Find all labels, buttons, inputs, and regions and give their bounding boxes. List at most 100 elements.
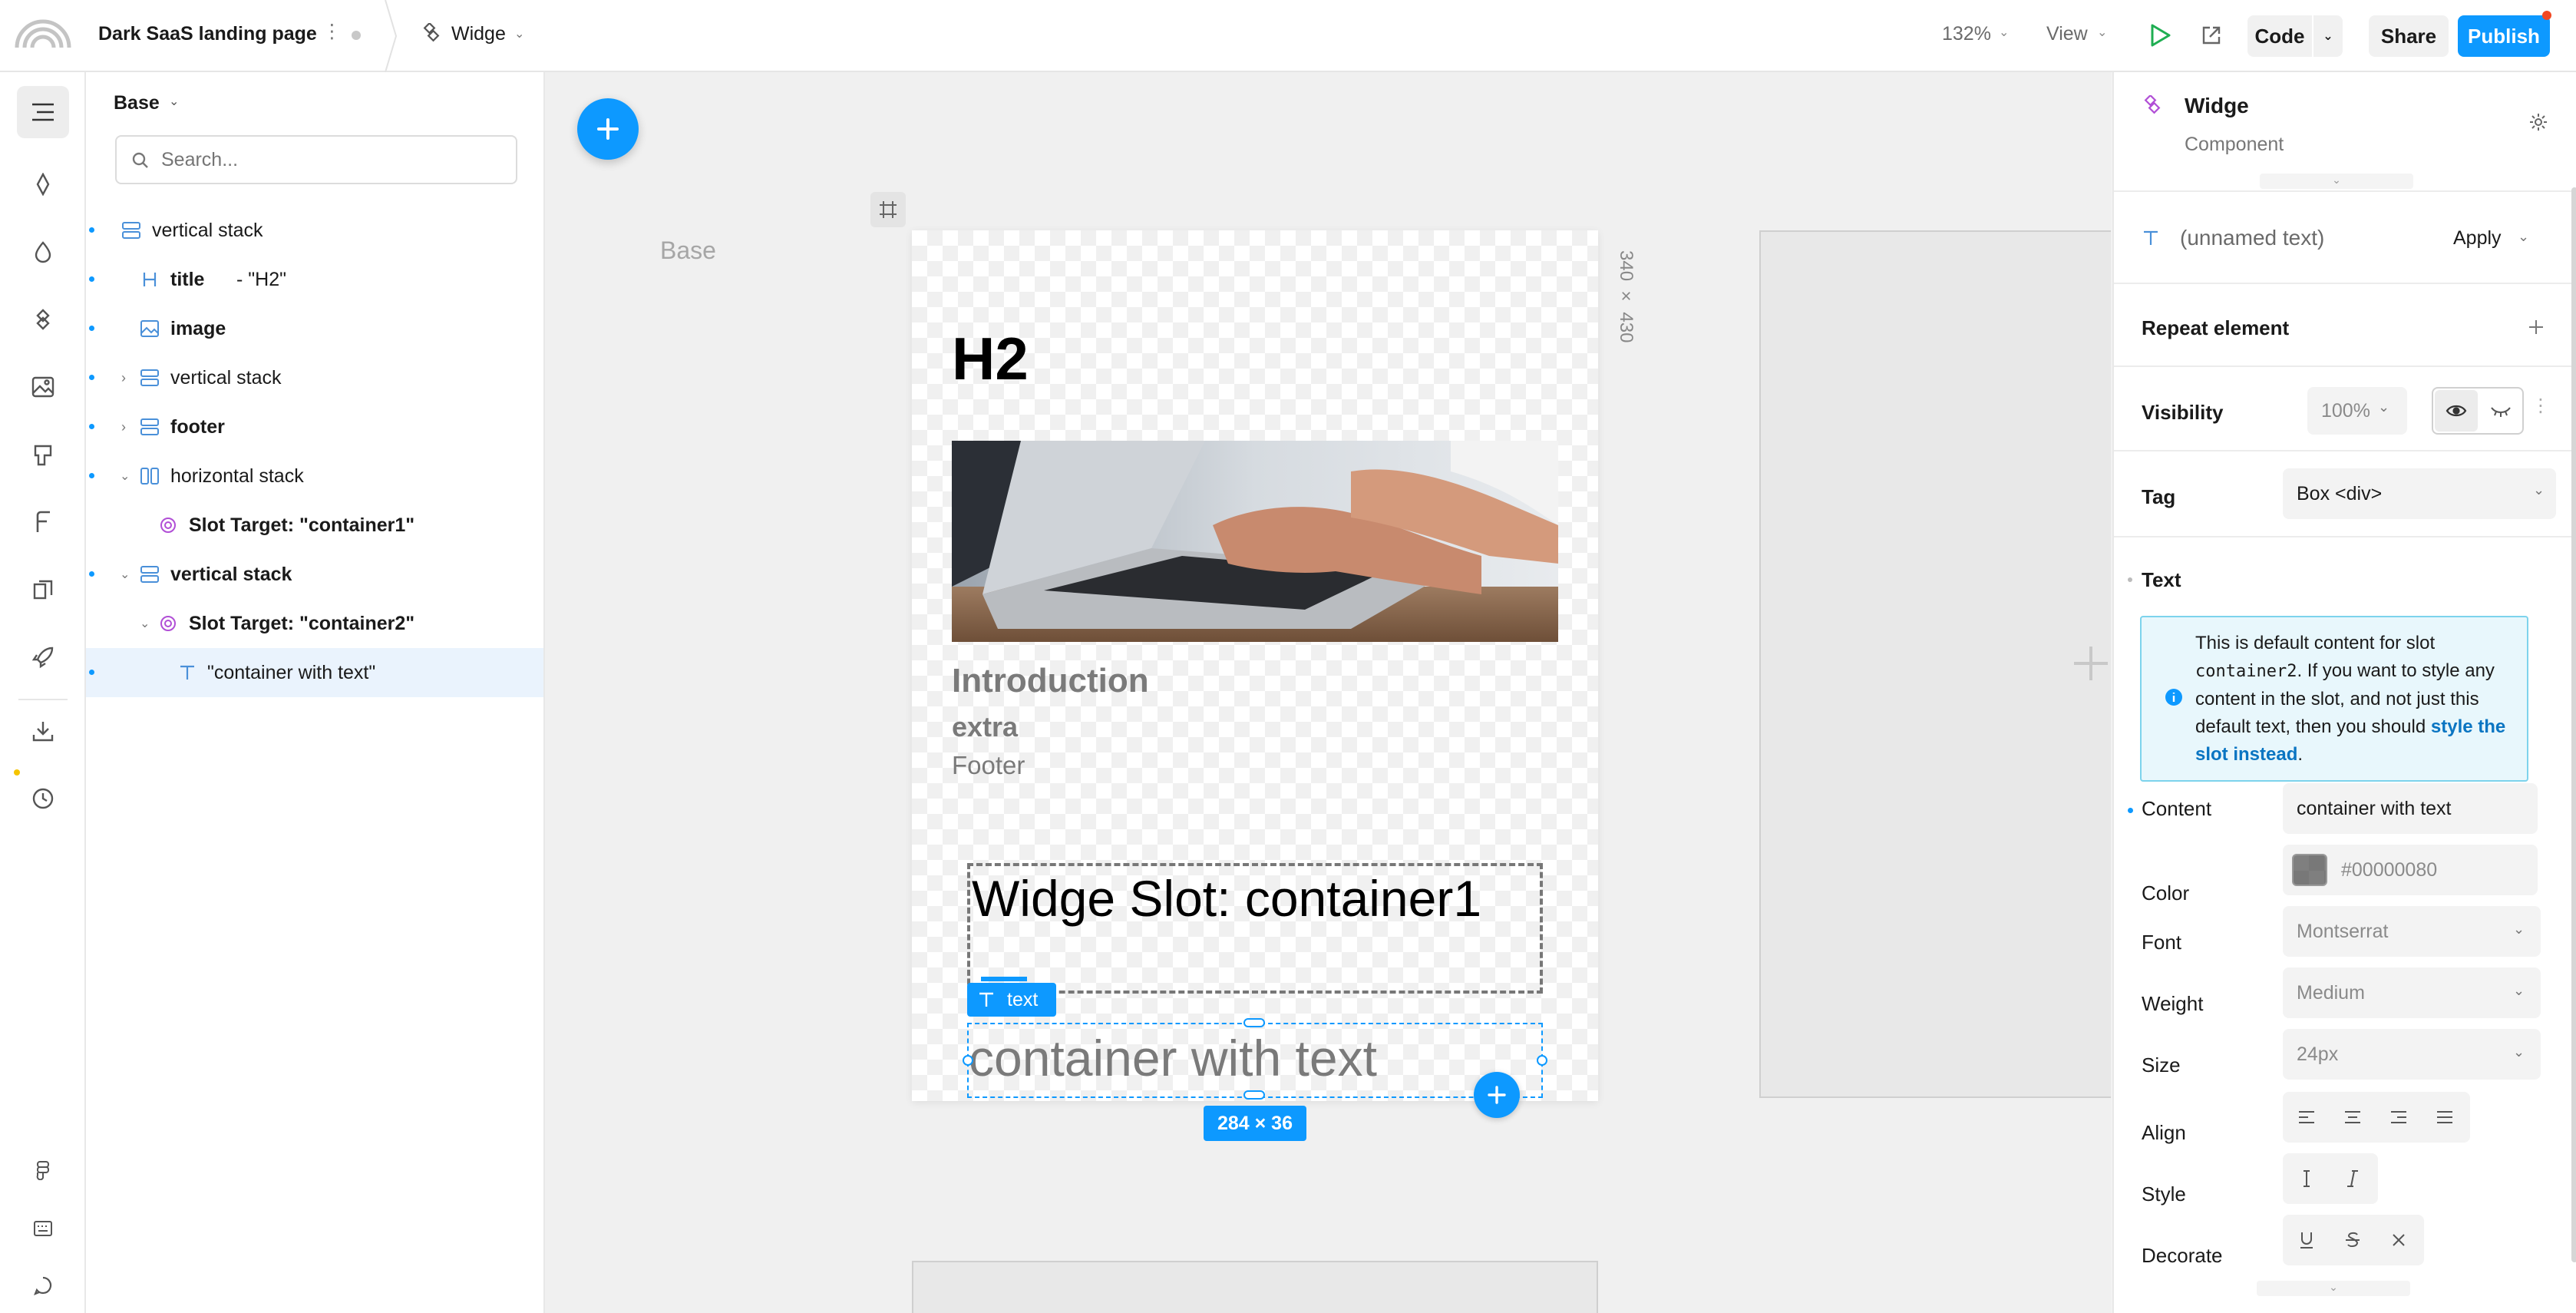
components-icon[interactable]: [17, 293, 69, 346]
history-clock-icon[interactable]: [17, 772, 69, 825]
align-right-icon[interactable]: [2376, 1096, 2421, 1139]
selected-text-box[interactable]: container with text: [963, 1018, 1547, 1100]
frame-heading[interactable]: H2: [952, 324, 1029, 394]
strikethrough-icon[interactable]: [2330, 1219, 2375, 1262]
chevron-down-icon[interactable]: ⌄: [120, 567, 130, 582]
view-chevron-icon[interactable]: ⌄: [2097, 25, 2107, 40]
font-chevron-icon[interactable]: ⌄: [2513, 921, 2525, 938]
resize-handle-top[interactable]: [1243, 1018, 1265, 1027]
import-download-icon[interactable]: [17, 705, 69, 757]
external-link-icon[interactable]: [2200, 24, 2223, 47]
tokens-drop-icon[interactable]: [17, 226, 69, 278]
chevron-right-icon[interactable]: ›: [121, 370, 126, 386]
resize-handle-left[interactable]: [963, 1055, 973, 1066]
size-chevron-icon[interactable]: ⌄: [2513, 1044, 2525, 1060]
outline-icon[interactable]: [17, 86, 69, 138]
zoom-chevron-icon[interactable]: ⌄: [1999, 25, 2009, 40]
italic-icon[interactable]: [2330, 1157, 2375, 1200]
artboard-frame[interactable]: H2 Introduction extra Footer Widge Slot:…: [912, 230, 1598, 1141]
chevron-down-icon[interactable]: ⌄: [120, 468, 130, 484]
selected-text[interactable]: container with text: [969, 1029, 1377, 1087]
layer-row[interactable]: ⌄ horizontal stack: [86, 451, 543, 501]
design-canvas[interactable]: Base H2 Introduction extra Footer Widge …: [545, 72, 2111, 1313]
share-button[interactable]: Share: [2369, 15, 2449, 57]
visibility-more-icon[interactable]: ⋮: [2531, 395, 2550, 417]
clear-decoration-icon[interactable]: [2376, 1219, 2421, 1262]
apply-chevron-icon[interactable]: ⌄: [2518, 229, 2529, 245]
resize-handle-bottom[interactable]: [1243, 1090, 1265, 1100]
images-icon[interactable]: [17, 361, 69, 413]
component-title[interactable]: Widge: [2185, 94, 2249, 118]
footer-text[interactable]: Footer: [952, 751, 1025, 780]
expand-handle-icon[interactable]: ⌄: [2257, 1281, 2410, 1296]
tag-chevron-icon[interactable]: ⌄: [2533, 482, 2545, 498]
underline-icon[interactable]: [2284, 1219, 2329, 1262]
opacity-field[interactable]: 100%: [2307, 387, 2407, 435]
view-menu[interactable]: View: [2046, 23, 2088, 45]
weight-chevron-icon[interactable]: ⌄: [2513, 983, 2525, 999]
tag-select[interactable]: Box <div>: [2283, 468, 2556, 519]
assets-icon[interactable]: [17, 158, 69, 210]
insert-after-button[interactable]: [1474, 1072, 1520, 1118]
publish-button[interactable]: Publish: [2458, 15, 2550, 57]
app-logo[interactable]: [14, 15, 72, 49]
selection-tag[interactable]: text: [967, 983, 1056, 1017]
apply-button[interactable]: Apply: [2453, 227, 2502, 250]
element-name[interactable]: (unnamed text): [2180, 226, 2324, 250]
gear-icon[interactable]: [2528, 112, 2548, 132]
resize-handle-right[interactable]: [1537, 1055, 1547, 1066]
font-select[interactable]: Montserrat: [2283, 906, 2541, 957]
publish-rocket-icon[interactable]: [17, 631, 69, 683]
visible-eye-icon[interactable]: [2435, 390, 2478, 432]
pages-icon[interactable]: [17, 564, 69, 616]
color-swatch[interactable]: [2292, 854, 2327, 886]
layer-row[interactable]: vertical stack: [86, 206, 543, 255]
layer-row[interactable]: › vertical stack: [86, 353, 543, 402]
variant-chevron-icon[interactable]: ⌄: [169, 94, 179, 109]
text-cursor-icon[interactable]: [2284, 1157, 2329, 1200]
variant-frame-placeholder[interactable]: [1759, 230, 2111, 1098]
align-justify-icon[interactable]: [2422, 1096, 2467, 1139]
plugins-icon[interactable]: [17, 428, 69, 481]
project-menu-icon[interactable]: ⋮: [322, 20, 342, 43]
collapse-handle-icon[interactable]: ⌄: [2260, 174, 2413, 189]
add-repeat-icon[interactable]: [2527, 318, 2545, 336]
align-center-icon[interactable]: [2330, 1096, 2375, 1139]
layer-search-input[interactable]: [161, 144, 499, 175]
align-left-icon[interactable]: [2284, 1096, 2329, 1139]
project-title[interactable]: Dark SaaS landing page: [98, 23, 317, 45]
bottom-frame-placeholder[interactable]: [912, 1261, 1598, 1313]
content-input[interactable]: container with text: [2283, 783, 2538, 834]
figma-icon[interactable]: [17, 1144, 69, 1196]
layer-search-box[interactable]: [115, 135, 517, 184]
add-element-button[interactable]: [577, 98, 639, 160]
keyboard-icon[interactable]: [17, 1202, 69, 1255]
chevron-right-icon[interactable]: ›: [121, 419, 126, 435]
panel-scrollbar[interactable]: [2571, 187, 2576, 1262]
layer-row[interactable]: › footer: [86, 402, 543, 451]
weight-select[interactable]: Medium: [2283, 967, 2541, 1018]
variant-selector[interactable]: Base: [114, 92, 160, 114]
chat-icon[interactable]: [17, 1259, 69, 1311]
layer-row[interactable]: image: [86, 304, 543, 353]
play-icon[interactable]: [2146, 22, 2172, 48]
opacity-chevron-icon[interactable]: ⌄: [2378, 399, 2389, 415]
plus-icon[interactable]: [2071, 643, 2111, 683]
size-select[interactable]: 24px: [2283, 1029, 2541, 1080]
fonts-icon[interactable]: [17, 496, 69, 548]
layer-row-selected[interactable]: "container with text": [86, 648, 543, 697]
extra-text[interactable]: extra: [952, 711, 1018, 743]
layer-row[interactable]: ⌄ vertical stack: [86, 550, 543, 599]
zoom-level[interactable]: 132%: [1942, 23, 1991, 45]
code-button[interactable]: Code: [2247, 15, 2312, 57]
hidden-eye-icon[interactable]: [2479, 390, 2522, 432]
layer-row[interactable]: ⌄ Slot Target: "container2": [86, 599, 543, 648]
chevron-down-icon[interactable]: ⌄: [140, 616, 150, 631]
laptop-photo[interactable]: [952, 441, 1558, 642]
frame-settings-icon[interactable]: [870, 192, 906, 227]
layer-row[interactable]: title - "H2": [86, 255, 543, 304]
chevron-down-icon[interactable]: ⌄: [514, 26, 524, 41]
component-breadcrumb[interactable]: Widge: [451, 23, 506, 45]
intro-text[interactable]: Introduction: [952, 662, 1149, 700]
slot-container1[interactable]: Widge Slot: container1: [967, 863, 1543, 994]
